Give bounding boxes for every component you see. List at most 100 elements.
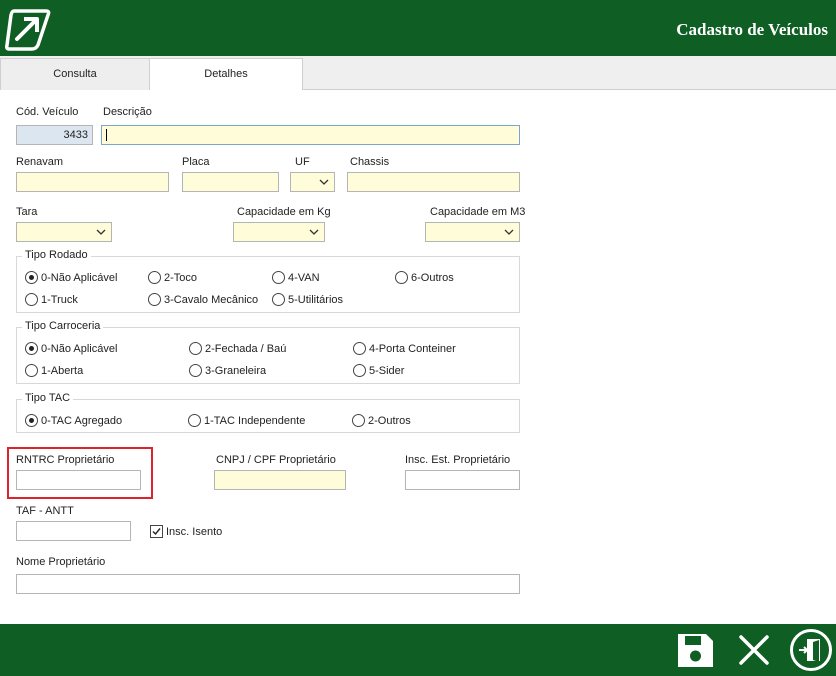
radio-rodado-4[interactable]: 4-VAN [272, 271, 320, 284]
radio-label: 1-TAC Independente [204, 414, 306, 427]
radio-empty-icon [395, 271, 408, 284]
radio-empty-icon [353, 364, 366, 377]
radio-empty-icon [352, 414, 365, 427]
radio-rodado-1[interactable]: 1-Truck [25, 293, 78, 306]
tipo-carroceria-group: Tipo Carroceria 0-Não Aplicável 2-Fechad… [16, 320, 520, 384]
radio-carroceria-1[interactable]: 1-Aberta [25, 364, 83, 377]
chassis-field[interactable] [347, 172, 520, 192]
nome-proprietario-label: Nome Proprietário [16, 556, 106, 568]
radio-label: 0-Não Aplicável [41, 342, 118, 355]
radio-label: 0-Não Aplicável [41, 271, 118, 284]
taf-antt-field[interactable] [16, 521, 131, 541]
arrow-logo-icon [5, 9, 51, 51]
radio-selected-icon [25, 342, 38, 355]
radio-selected-icon [25, 271, 38, 284]
uf-select[interactable] [290, 172, 335, 192]
radio-label: 4-Porta Conteiner [369, 342, 456, 355]
tipo-carroceria-title: Tipo Carroceria [22, 320, 104, 332]
uf-label: UF [295, 156, 310, 168]
chevron-down-icon [504, 229, 514, 235]
tara-select[interactable] [16, 222, 112, 242]
radio-label: 4-VAN [288, 271, 320, 284]
radio-empty-icon [188, 414, 201, 427]
tab-consulta[interactable]: Consulta [0, 58, 150, 90]
page-title: Cadastro de Veículos [676, 20, 828, 39]
chevron-down-icon [309, 229, 319, 235]
save-icon[interactable] [675, 630, 715, 670]
radio-tac-2[interactable]: 2-Outros [352, 414, 411, 427]
renavam-label: Renavam [16, 156, 64, 168]
radio-tac-0[interactable]: 0-TAC Agregado [25, 414, 122, 427]
cod-veiculo-field[interactable]: 3433 [16, 125, 93, 145]
exit-door-icon[interactable] [789, 628, 833, 672]
close-icon[interactable] [734, 630, 774, 670]
radio-tac-1[interactable]: 1-TAC Independente [188, 414, 305, 427]
insc-isento-checkbox[interactable]: Insc. Isento [150, 525, 222, 538]
radio-empty-icon [272, 271, 285, 284]
renavam-field[interactable] [16, 172, 169, 192]
capacidade-kg-label: Capacidade em Kg [237, 206, 331, 218]
radio-empty-icon [25, 293, 38, 306]
radio-label: 5-Utilitários [288, 293, 344, 306]
cnpj-cpf-field[interactable] [214, 470, 346, 490]
tipo-tac-title: Tipo TAC [22, 392, 74, 404]
radio-rodado-3[interactable]: 3-Cavalo Mecânico [148, 293, 258, 306]
nome-proprietario-field[interactable] [16, 574, 520, 594]
tab-bar: Consulta Detalhes [0, 56, 836, 91]
rntrc-label: RNTRC Proprietário [16, 454, 115, 466]
radio-empty-icon [353, 342, 366, 355]
header-bar: Cadastro de Veículos [0, 0, 836, 56]
radio-label: 3-Cavalo Mecânico [164, 293, 259, 306]
radio-empty-icon [189, 342, 202, 355]
radio-label: 2-Fechada / Baú [205, 342, 287, 355]
radio-rodado-0[interactable]: 0-Não Aplicável [25, 271, 117, 284]
cod-veiculo-label: Cód. Veículo [16, 106, 79, 118]
tab-detalhes[interactable]: Detalhes [149, 58, 303, 91]
checkbox-checked-icon [150, 525, 163, 538]
capacidade-m3-label: Capacidade em M3 [430, 206, 526, 218]
capacidade-kg-select[interactable] [233, 222, 325, 242]
capacidade-m3-select[interactable] [425, 222, 520, 242]
insc-isento-label: Insc. Isento [166, 525, 223, 538]
app-window: Cadastro de Veículos Consulta Detalhes C… [0, 0, 836, 676]
insc-est-label: Insc. Est. Proprietário [405, 454, 511, 466]
radio-empty-icon [148, 271, 161, 284]
radio-empty-icon [189, 364, 202, 377]
radio-carroceria-3[interactable]: 3-Graneleira [189, 364, 266, 377]
radio-rodado-2[interactable]: 2-Toco [148, 271, 197, 284]
radio-label: 1-Truck [41, 293, 78, 306]
tipo-tac-group: Tipo TAC 0-TAC Agregado 1-TAC Independen… [16, 392, 520, 433]
placa-label: Placa [182, 156, 210, 168]
footer-toolbar [0, 624, 836, 676]
radio-carroceria-5[interactable]: 5-Sider [353, 364, 404, 377]
placa-field[interactable] [182, 172, 279, 192]
descricao-field[interactable] [101, 125, 520, 145]
descricao-label: Descrição [103, 106, 152, 118]
radio-rodado-6[interactable]: 6-Outros [395, 271, 454, 284]
radio-rodado-5[interactable]: 5-Utilitários [272, 293, 343, 306]
tipo-rodado-group: Tipo Rodado 0-Não Aplicável 2-Toco 4-VAN… [16, 249, 520, 313]
tara-label: Tara [16, 206, 38, 218]
details-panel: Cód. Veículo 3433 Descrição Renavam Plac… [0, 90, 836, 620]
radio-carroceria-2[interactable]: 2-Fechada / Baú [189, 342, 286, 355]
radio-empty-icon [25, 364, 38, 377]
radio-carroceria-4[interactable]: 4-Porta Conteiner [353, 342, 456, 355]
cnpj-cpf-label: CNPJ / CPF Proprietário [216, 454, 336, 466]
radio-label: 1-Aberta [41, 364, 84, 377]
tipo-rodado-title: Tipo Rodado [22, 249, 91, 261]
text-caret [106, 129, 107, 141]
insc-est-field[interactable] [405, 470, 520, 490]
radio-carroceria-0[interactable]: 0-Não Aplicável [25, 342, 117, 355]
radio-label: 0-TAC Agregado [41, 414, 123, 427]
radio-label: 3-Graneleira [205, 364, 267, 377]
radio-empty-icon [272, 293, 285, 306]
radio-empty-icon [148, 293, 161, 306]
radio-label: 5-Sider [369, 364, 405, 377]
radio-label: 2-Outros [368, 414, 411, 427]
radio-selected-icon [25, 414, 38, 427]
radio-label: 2-Toco [164, 271, 198, 284]
taf-antt-label: TAF - ANTT [16, 505, 74, 517]
chevron-down-icon [96, 229, 106, 235]
chevron-down-icon [319, 179, 329, 185]
rntrc-field[interactable] [16, 470, 141, 490]
